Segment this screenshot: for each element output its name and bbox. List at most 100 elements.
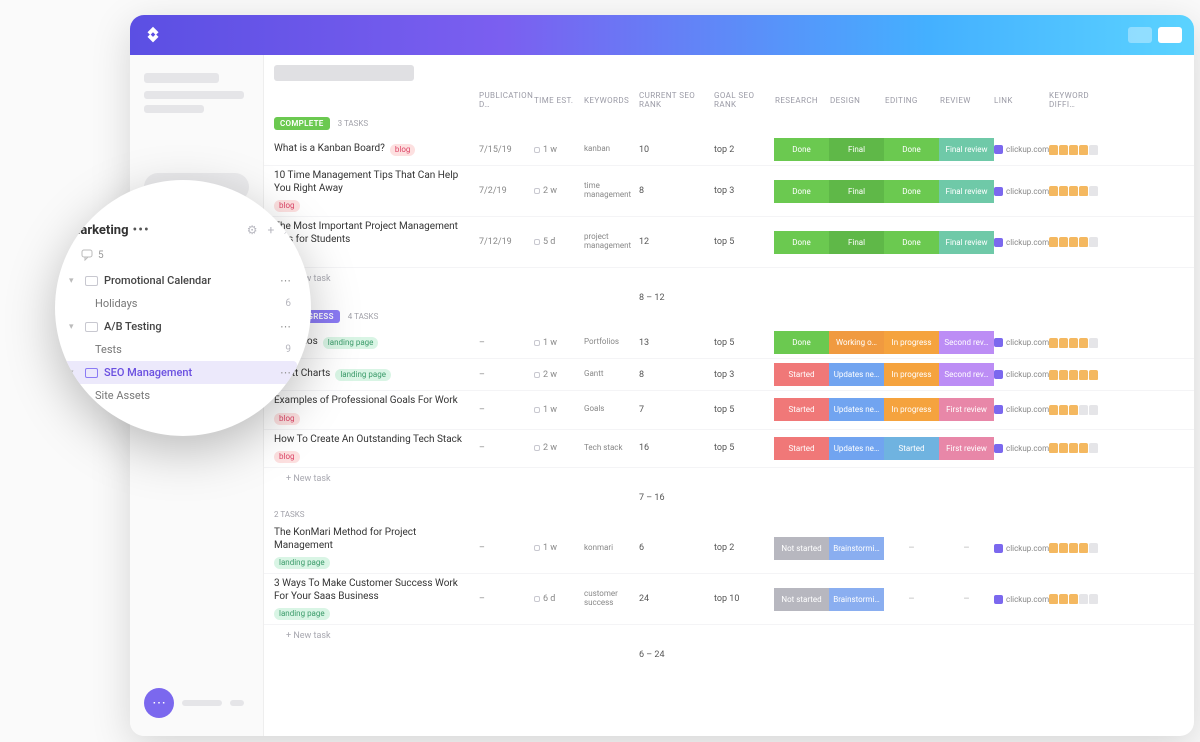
group-status-label[interactable]: COMPLETE: [274, 117, 330, 130]
status-cell[interactable]: Started: [774, 437, 829, 460]
current-rank[interactable]: 16: [639, 443, 714, 453]
space-title[interactable]: Marketing: [69, 223, 129, 238]
status-cell[interactable]: Done: [884, 231, 939, 254]
status-cell[interactable]: Not started: [774, 537, 829, 560]
pub-date[interactable]: –: [479, 370, 534, 380]
current-rank[interactable]: 13: [639, 338, 714, 348]
goal-rank[interactable]: top 5: [714, 443, 774, 453]
task-title[interactable]: 10 Time Management Tips That Can Help Yo…: [274, 170, 473, 195]
col-time[interactable]: TIME EST.: [534, 96, 584, 105]
current-rank[interactable]: 6: [639, 543, 714, 553]
current-rank[interactable]: 8: [639, 186, 714, 196]
pub-date[interactable]: –: [479, 443, 534, 453]
col-design[interactable]: DESIGN: [829, 96, 884, 105]
status-cell[interactable]: Brainstormi…: [829, 588, 884, 611]
status-cell[interactable]: Done: [774, 180, 829, 203]
time-estimate[interactable]: 2 w: [534, 370, 584, 380]
task-tag[interactable]: landing page: [335, 369, 391, 381]
more-icon[interactable]: ⋯: [280, 320, 291, 333]
status-cell[interactable]: Not started: [774, 588, 829, 611]
task-row[interactable]: Portfolioslanding page – 1 w Portfolios …: [264, 327, 1194, 359]
sidebar-folder[interactable]: ▾Promotional Calendar⋯: [63, 269, 297, 292]
topbar-button-a[interactable]: [1128, 27, 1152, 43]
task-tag[interactable]: blog: [274, 451, 300, 463]
keywords[interactable]: customer success: [584, 590, 639, 608]
time-estimate[interactable]: 1 w: [534, 338, 584, 348]
keywords[interactable]: Portfolios: [584, 338, 639, 347]
plus-icon[interactable]: +: [267, 223, 274, 238]
current-rank[interactable]: 7: [639, 405, 714, 415]
sidebar-list[interactable]: Site Assets6: [63, 384, 297, 407]
status-cell[interactable]: Final: [829, 231, 884, 254]
status-cell[interactable]: Second rev…: [939, 363, 994, 386]
more-icon[interactable]: ⋯: [280, 366, 291, 379]
task-row[interactable]: 10 Time Management Tips That Can Help Yo…: [264, 166, 1194, 217]
status-cell[interactable]: In progress: [884, 331, 939, 354]
chat-bubble-icon[interactable]: ⋯: [144, 688, 174, 718]
status-cell[interactable]: Updates ne…: [829, 363, 884, 386]
col-review[interactable]: REVIEW: [939, 96, 994, 105]
task-row[interactable]: Examples of Professional Goals For Workb…: [264, 391, 1194, 430]
status-cell[interactable]: Final: [829, 138, 884, 161]
goal-rank[interactable]: top 5: [714, 237, 774, 247]
status-cell[interactable]: First review: [939, 398, 994, 421]
pub-date[interactable]: 7/12/19: [479, 237, 534, 247]
comment-count[interactable]: 5: [98, 250, 104, 261]
task-row[interactable]: Gantt Chartslanding page – 2 w Gantt 8 t…: [264, 359, 1194, 391]
status-cell[interactable]: Final review: [939, 138, 994, 161]
new-task-button[interactable]: + New task: [264, 468, 1194, 490]
new-task-button[interactable]: + New task: [264, 268, 1194, 290]
time-estimate[interactable]: 2 w: [534, 186, 584, 196]
task-row[interactable]: 3 Ways To Make Customer Success Work For…: [264, 574, 1194, 625]
status-cell[interactable]: Second rev…: [939, 331, 994, 354]
status-cell[interactable]: In progress: [884, 363, 939, 386]
status-cell[interactable]: In progress: [884, 398, 939, 421]
time-estimate[interactable]: 1 w: [534, 543, 584, 553]
col-pub[interactable]: PUBLICATION D…: [479, 91, 534, 109]
current-rank[interactable]: 8: [639, 370, 714, 380]
status-cell[interactable]: Started: [774, 363, 829, 386]
task-row[interactable]: The KonMari Method for Project Managemen…: [264, 523, 1194, 574]
col-editing[interactable]: EDITING: [884, 96, 939, 105]
col-link[interactable]: LINK: [994, 96, 1049, 105]
chevron-down-icon[interactable]: ▾: [69, 368, 79, 378]
link-cell[interactable]: clickup.com: [994, 444, 1049, 453]
task-tag[interactable]: landing page: [274, 608, 330, 620]
current-rank[interactable]: 10: [639, 145, 714, 155]
task-row[interactable]: The Most Important Project Management Ti…: [264, 217, 1194, 268]
keywords[interactable]: Goals: [584, 405, 639, 414]
goal-rank[interactable]: top 2: [714, 543, 774, 553]
keywords[interactable]: kanban: [584, 145, 639, 154]
sidebar-list[interactable]: Tests9: [63, 338, 297, 361]
link-cell[interactable]: clickup.com: [994, 238, 1049, 247]
status-cell[interactable]: Started: [774, 398, 829, 421]
task-tag[interactable]: blog: [274, 200, 300, 212]
topbar-button-b[interactable]: [1158, 27, 1182, 43]
task-title[interactable]: How To Create An Outstanding Tech Stack: [274, 434, 462, 447]
col-goal[interactable]: GOAL SEO RANK: [714, 91, 774, 109]
status-cell[interactable]: Final review: [939, 180, 994, 203]
link-cell[interactable]: clickup.com: [994, 370, 1049, 379]
time-estimate[interactable]: 6 d: [534, 594, 584, 604]
task-title[interactable]: What is a Kanban Board?: [274, 143, 385, 156]
task-tag[interactable]: blog: [274, 413, 300, 425]
status-cell[interactable]: Final review: [939, 231, 994, 254]
current-rank[interactable]: 24: [639, 594, 714, 604]
goal-rank[interactable]: top 2: [714, 145, 774, 155]
status-cell[interactable]: Final: [829, 180, 884, 203]
col-research[interactable]: RESEARCH: [774, 96, 829, 105]
status-cell[interactable]: Started: [884, 437, 939, 460]
goal-rank[interactable]: top 5: [714, 405, 774, 415]
time-estimate[interactable]: 1 w: [534, 145, 584, 155]
sidebar-folder[interactable]: ▾A/B Testing⋯: [63, 315, 297, 338]
col-kw[interactable]: KEYWORDS: [584, 96, 639, 105]
keywords[interactable]: Tech stack: [584, 444, 639, 453]
status-cell[interactable]: Updates ne…: [829, 437, 884, 460]
keywords[interactable]: Gantt: [584, 370, 639, 379]
time-estimate[interactable]: 2 w: [534, 443, 584, 453]
pub-date[interactable]: –: [479, 405, 534, 415]
goal-rank[interactable]: top 3: [714, 186, 774, 196]
pub-date[interactable]: 7/2/19: [479, 186, 534, 196]
task-row[interactable]: How To Create An Outstanding Tech Stack b…: [264, 430, 1194, 469]
current-rank[interactable]: 12: [639, 237, 714, 247]
